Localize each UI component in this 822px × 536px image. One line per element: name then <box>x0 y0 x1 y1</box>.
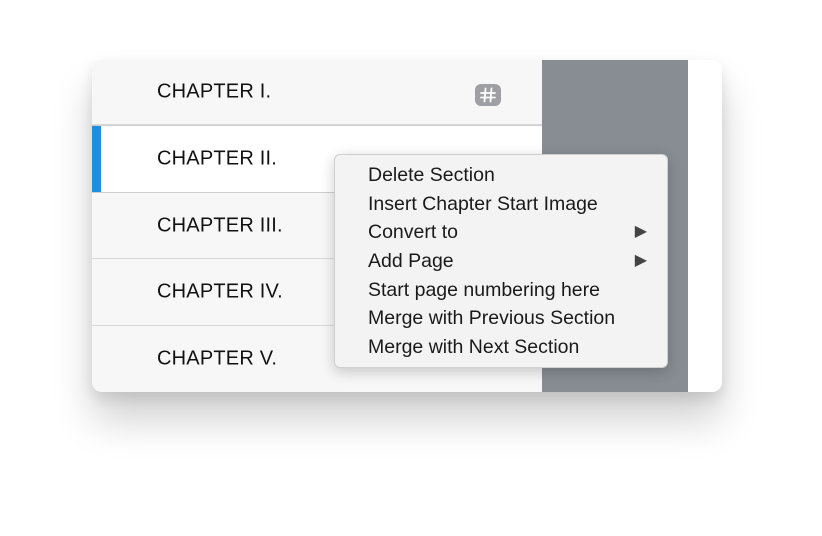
menu-item-start-page-numbering[interactable]: Start page numbering here <box>335 276 667 305</box>
menu-item-merge-next[interactable]: Merge with Next Section <box>335 333 667 362</box>
chapter-label: CHAPTER II. <box>157 147 277 170</box>
hash-icon[interactable] <box>475 84 501 106</box>
menu-item-add-page[interactable]: Add Page ▶ <box>335 247 667 276</box>
menu-item-label: Merge with Next Section <box>368 336 580 359</box>
menu-item-label: Delete Section <box>368 164 495 186</box>
chapter-row-1[interactable]: CHAPTER I. <box>92 60 542 125</box>
menu-item-insert-chapter-start-image[interactable]: Insert Chapter Start Image <box>335 190 667 219</box>
menu-item-convert-to[interactable]: Convert to ▶ <box>335 218 667 247</box>
chapter-label: CHAPTER IV. <box>157 280 283 303</box>
chapter-label: CHAPTER I. <box>157 80 272 103</box>
menu-item-label: Add Page <box>368 250 454 273</box>
menu-item-merge-previous[interactable]: Merge with Previous Section <box>335 304 667 333</box>
selection-indicator <box>92 126 101 192</box>
chapter-label: CHAPTER III. <box>157 214 283 236</box>
chapter-label: CHAPTER V. <box>157 347 278 370</box>
submenu-arrow-icon: ▶ <box>634 252 647 270</box>
menu-item-delete-section[interactable]: Delete Section <box>335 161 667 190</box>
menu-item-label: Merge with Previous Section <box>368 307 616 330</box>
menu-item-label: Insert Chapter Start Image <box>368 192 598 215</box>
context-menu: Delete Section Insert Chapter Start Imag… <box>334 154 668 368</box>
menu-item-label: Convert to <box>368 221 458 244</box>
submenu-arrow-icon: ▶ <box>634 223 647 241</box>
right-margin-panel <box>688 60 722 392</box>
menu-item-label: Start page numbering here <box>368 278 600 301</box>
